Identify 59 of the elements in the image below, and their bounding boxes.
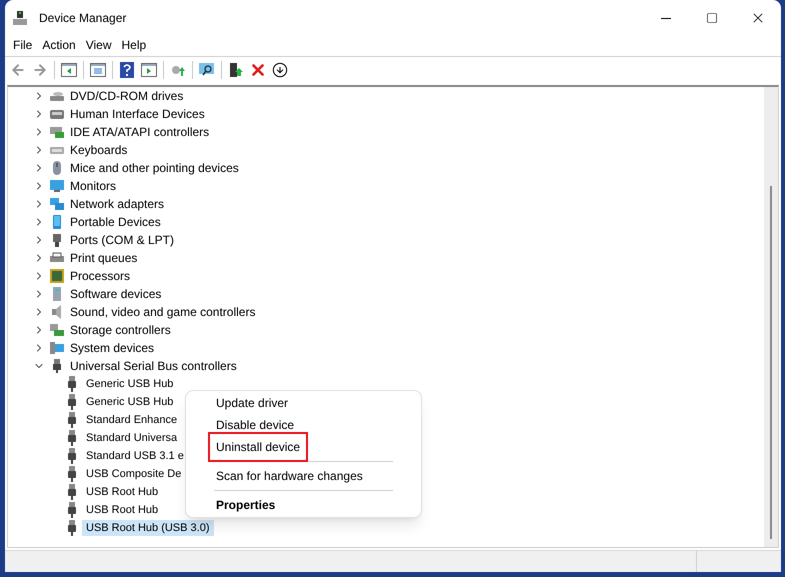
menu-item[interactable]: Action <box>37 36 81 54</box>
tree-item[interactable]: USB Root Hub <box>82 502 162 518</box>
tree-item[interactable]: Standard Enhance <box>82 412 182 428</box>
tree-item[interactable]: Generic USB Hub <box>82 376 178 392</box>
menu-item[interactable]: Scan for hardware changes <box>190 465 417 487</box>
usb-plug-icon <box>67 394 77 410</box>
tree-item[interactable]: Network adapters <box>68 196 166 212</box>
tree-item[interactable]: Standard Universa <box>82 430 182 446</box>
usb-plug-icon <box>67 466 77 482</box>
usb-plug-icon <box>67 520 77 536</box>
tree-item[interactable]: Software devices <box>68 286 164 302</box>
menu-item[interactable]: View <box>80 36 116 54</box>
tree-item[interactable]: USB Composite De <box>82 466 186 482</box>
storage-icon <box>49 322 65 338</box>
tree-item[interactable]: Mice and other pointing devices <box>68 160 241 176</box>
usb-plug-icon <box>67 502 77 518</box>
tree-item[interactable]: Portable Devices <box>68 214 163 230</box>
controller-card-icon <box>49 124 65 140</box>
tree-item[interactable]: Processors <box>68 268 132 284</box>
tree-item[interactable]: Ports (COM & LPT) <box>68 232 176 248</box>
usb-plug-icon <box>67 412 77 428</box>
tree-item[interactable]: Print queues <box>68 250 140 266</box>
tree-item[interactable]: Storage controllers <box>68 322 173 338</box>
monitor-icon <box>49 178 65 194</box>
menu-item[interactable]: Disable device <box>190 414 417 436</box>
menu-item[interactable]: Properties <box>190 494 417 516</box>
tree-item[interactable]: Human Interface Devices <box>68 106 207 122</box>
menu-item[interactable]: File <box>8 36 38 54</box>
tree-item[interactable]: DVD/CD-ROM drives <box>68 88 186 104</box>
computer-icon <box>49 340 65 356</box>
tree-item[interactable]: Sound, video and game controllers <box>68 304 258 320</box>
usb-plug-icon <box>67 448 77 464</box>
circle-arrow-down-icon <box>272 62 288 78</box>
menu-item[interactable]: Update driver <box>190 392 417 414</box>
chip-icon <box>49 268 65 284</box>
tree-item[interactable]: Monitors <box>68 178 118 194</box>
panel-icon <box>61 62 77 76</box>
usb-plug-icon <box>67 430 77 446</box>
computer-icon <box>12 10 28 26</box>
device-upload-icon <box>228 62 244 78</box>
network-icon <box>49 196 65 212</box>
usb-plug-icon <box>67 376 77 392</box>
list-icon <box>90 62 106 76</box>
tree-item[interactable]: Keyboards <box>68 142 130 158</box>
scrollbar[interactable] <box>764 87 778 547</box>
tree-item[interactable]: System devices <box>68 340 156 356</box>
tree-item[interactable]: Standard USB 3.1 e <box>82 448 188 464</box>
tree-item[interactable]: USB Root Hub (USB 3.0) <box>82 520 214 536</box>
menu-item[interactable]: Help <box>116 36 152 54</box>
maximize-icon <box>706 12 718 24</box>
panel-icon <box>141 62 157 76</box>
tree-item[interactable]: IDE ATA/ATAPI controllers <box>68 124 212 140</box>
usb-plug-icon <box>67 484 77 500</box>
tree-item[interactable]: USB Root Hub <box>82 484 162 500</box>
window-title: Device Manager <box>39 10 126 27</box>
tree-item[interactable]: Generic USB Hub <box>82 394 178 410</box>
monitor-magnifier-icon <box>198 62 216 78</box>
help-icon <box>120 62 134 78</box>
tree-item[interactable]: Universal Serial Bus controllers <box>68 358 239 374</box>
